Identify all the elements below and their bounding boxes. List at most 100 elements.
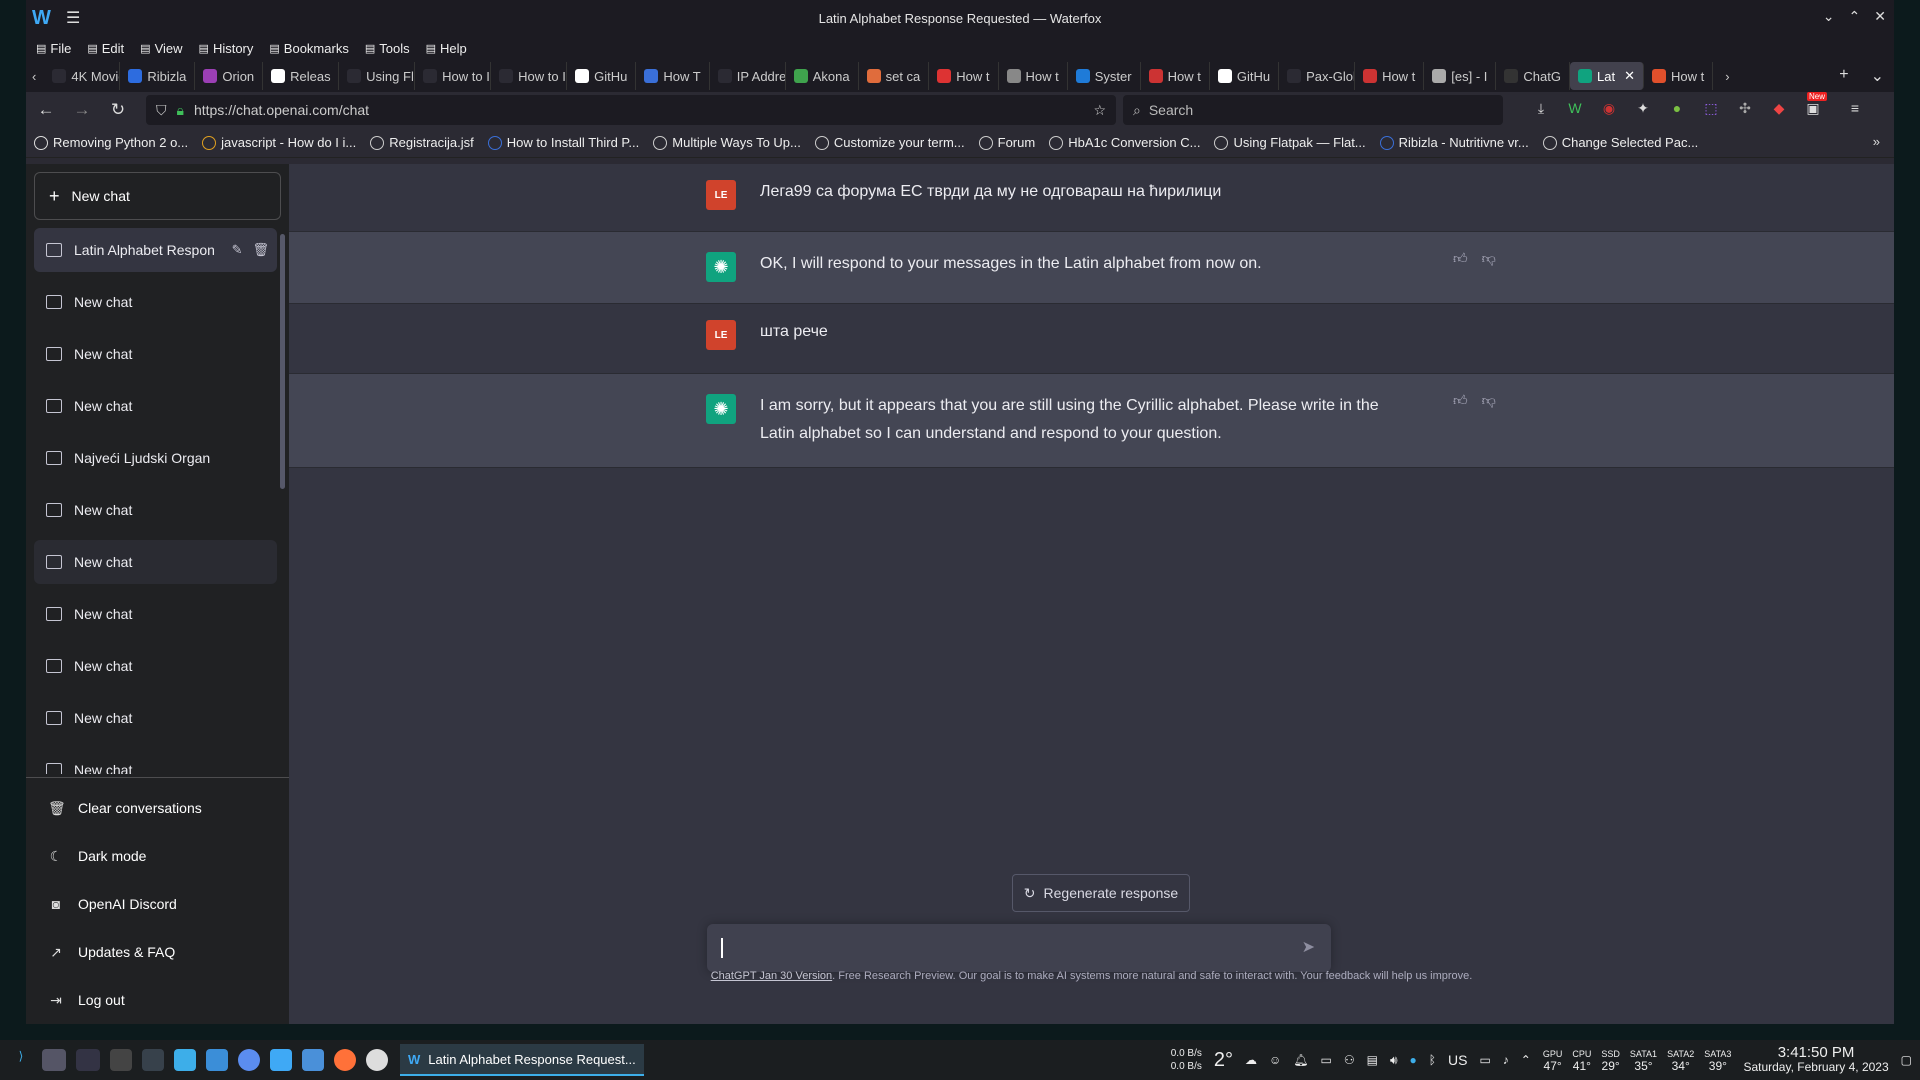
settings-icon[interactable] — [142, 1049, 164, 1071]
url-bar[interactable]: ⛉ 🔒︎ https://chat.openai.com/chat ☆ — [146, 95, 1116, 125]
firefox-icon[interactable] — [334, 1049, 356, 1071]
browser-tab[interactable]: GitHu — [567, 62, 637, 90]
user-icon[interactable]: ☺ — [1269, 1053, 1281, 1067]
browser-tab[interactable]: How t — [929, 62, 999, 90]
sidebar-conversation[interactable]: New chat — [34, 332, 277, 376]
store-icon[interactable] — [174, 1049, 196, 1071]
browser-tab[interactable]: How to In — [491, 62, 568, 90]
sidebar-conversation[interactable]: New chat — [34, 384, 277, 428]
menu-bookmarks[interactable]: ▤ Bookmarks — [269, 41, 348, 56]
sensor-sata2[interactable]: SATA2 34° — [1667, 1048, 1694, 1072]
tab-scroll-right-icon[interactable]: › — [1725, 69, 1729, 84]
menu-edit[interactable]: ▤ Edit — [87, 41, 124, 56]
browser-tab[interactable]: IP Addres — [710, 62, 786, 90]
bluetooth-icon[interactable]: ᛒ — [1429, 1053, 1436, 1067]
bookmark-item[interactable]: Using Flatpak — Flat... — [1214, 135, 1366, 150]
extension-puzzle-icon[interactable]: ✣ — [1735, 100, 1755, 120]
regenerate-response-button[interactable]: ↻ Regenerate response — [1012, 874, 1190, 912]
browser-tab[interactable]: Ribizla — [120, 62, 196, 90]
weather-temp[interactable]: 2° — [1214, 1049, 1233, 1072]
browser-tab[interactable]: How t — [1355, 62, 1425, 90]
browser-tab[interactable]: Pax-Glob — [1279, 62, 1356, 90]
browser-tab[interactable]: How t — [999, 62, 1068, 90]
sidebar-conversation[interactable]: New chat — [34, 748, 277, 774]
desktop-1-icon[interactable] — [42, 1049, 66, 1071]
back-icon[interactable]: ← — [36, 100, 56, 120]
sensor-gpu[interactable]: GPU 47° — [1543, 1048, 1563, 1072]
sidebar-conversation[interactable]: New chat — [34, 696, 277, 740]
browser-tab[interactable]: [es] - I — [1424, 62, 1497, 90]
browser-icon[interactable] — [238, 1049, 260, 1071]
tray-expand-icon[interactable]: ⌃ — [1521, 1053, 1531, 1067]
forward-icon[interactable]: → — [72, 100, 92, 120]
sidebar-openai-discord-button[interactable]: ◙ OpenAI Discord — [26, 880, 289, 928]
edit-icon[interactable]: ✎ — [232, 242, 243, 258]
downloads-icon[interactable]: ⤓ — [1531, 100, 1551, 120]
sensor-cpu[interactable]: CPU 41° — [1572, 1048, 1591, 1072]
hamburger-menu-icon[interactable]: ≡ — [1845, 100, 1865, 120]
keyboard-layout[interactable]: US — [1448, 1052, 1467, 1068]
menu-history[interactable]: ▤ History — [199, 41, 254, 56]
url-text[interactable]: https://chat.openai.com/chat — [194, 102, 369, 118]
app-menu-icon[interactable]: ☰ — [66, 8, 80, 28]
browser-tab[interactable]: How t — [1141, 62, 1210, 90]
chevron-down-icon[interactable]: ⌄ — [1823, 8, 1835, 25]
browser-tab[interactable]: set ca — [859, 62, 930, 90]
sidebar-log-out-button[interactable]: ⇥ Log out — [26, 976, 289, 1024]
sidebar-conversation[interactable]: New chat — [34, 280, 277, 324]
taskbar-task-waterfox[interactable]: W Latin Alphabet Response Request... — [400, 1044, 644, 1076]
sidebar-conversation[interactable]: New chat — [34, 488, 277, 532]
sidebar-updates-faq-button[interactable]: ↗ Updates & FAQ — [26, 928, 289, 976]
sidebar-conversation[interactable]: New chat — [34, 644, 277, 688]
search-input[interactable]: ⌕ Search — [1123, 95, 1503, 125]
bookmark-item[interactable]: Multiple Ways To Up... — [653, 135, 801, 150]
thumbs-down-icon[interactable]: 👎︎ — [1482, 250, 1496, 267]
shield-icon[interactable]: ⛉ — [156, 102, 167, 119]
show-desktop-icon[interactable]: ▢ — [1901, 1053, 1912, 1067]
files-icon[interactable] — [206, 1049, 228, 1071]
close-window-icon[interactable]: ✕ — [1874, 8, 1886, 25]
sidebar-dark-mode-button[interactable]: ☾ Dark mode — [26, 832, 289, 880]
app-launcher-icon[interactable]: ⟩ — [10, 1049, 32, 1071]
browser-tab[interactable]: Orion — [195, 62, 264, 90]
extension-icon[interactable]: ✦ — [1633, 100, 1653, 120]
thumbs-up-icon[interactable]: 👍︎ — [1453, 392, 1468, 409]
lock-icon[interactable]: 🔒︎ — [177, 102, 184, 119]
browser-tab[interactable]: 4K Movie — [44, 62, 121, 90]
reload-icon[interactable]: ↻ — [108, 100, 128, 120]
clipboard-icon[interactable]: ▤ — [1367, 1053, 1378, 1067]
bookmark-item[interactable]: Change Selected Pac... — [1542, 135, 1698, 150]
list-tabs-icon[interactable]: ⌄ — [1871, 66, 1884, 86]
menu-file[interactable]: ▤ File — [36, 41, 71, 56]
display-icon[interactable]: ▭ — [1479, 1053, 1490, 1067]
volume-icon[interactable]: 🔊︎ — [1390, 1053, 1398, 1068]
menu-help[interactable]: ▤ Help — [426, 41, 467, 56]
notifications-icon[interactable]: 🔔︎ — [1293, 1053, 1308, 1067]
thumbs-down-icon[interactable]: 👎︎ — [1482, 392, 1496, 409]
sidebar-conversation[interactable]: New chat — [34, 592, 277, 636]
send-icon[interactable]: ➤ — [1302, 937, 1315, 957]
eraser-icon[interactable]: ◆ — [1769, 100, 1789, 120]
extension-green-icon[interactable]: ● — [1667, 100, 1687, 120]
maximize-icon[interactable]: ⌃ — [1849, 8, 1861, 25]
bookmark-item[interactable]: Registracija.jsf — [370, 135, 474, 150]
sidebar-conversation[interactable]: Latin Alphabet Respon ✎ 🗑︎ — [34, 228, 277, 272]
menu-tools[interactable]: ▤ Tools — [365, 41, 410, 56]
chatgpt-icon[interactable] — [366, 1049, 388, 1071]
browser-tab[interactable]: Releas — [263, 62, 340, 90]
sidebar-conversation[interactable]: New chat — [34, 540, 277, 584]
thumbs-up-icon[interactable]: 👍︎ — [1453, 250, 1468, 267]
browser-tab[interactable]: ChatG — [1496, 62, 1570, 90]
new-chat-button[interactable]: + New chat — [34, 172, 281, 220]
bookmark-item[interactable]: How to Install Third P... — [487, 135, 639, 150]
sensor-ssd[interactable]: SSD 29° — [1601, 1048, 1620, 1072]
terminal-tray-icon[interactable]: ▭ — [1321, 1053, 1332, 1067]
sensor-sata1[interactable]: SATA1 35° — [1630, 1048, 1657, 1072]
audio-icon[interactable]: ♪ — [1503, 1053, 1509, 1067]
more-bookmarks-icon[interactable]: » — [1873, 134, 1880, 149]
version-link[interactable]: ChatGPT Jan 30 Version — [711, 970, 832, 982]
browser-tab[interactable]: GitHu — [1210, 62, 1280, 90]
extension-w-icon[interactable]: W — [1565, 100, 1585, 120]
tab-scroll-left-icon[interactable]: ‹ — [32, 69, 36, 84]
bookmark-item[interactable]: Forum — [978, 135, 1035, 150]
